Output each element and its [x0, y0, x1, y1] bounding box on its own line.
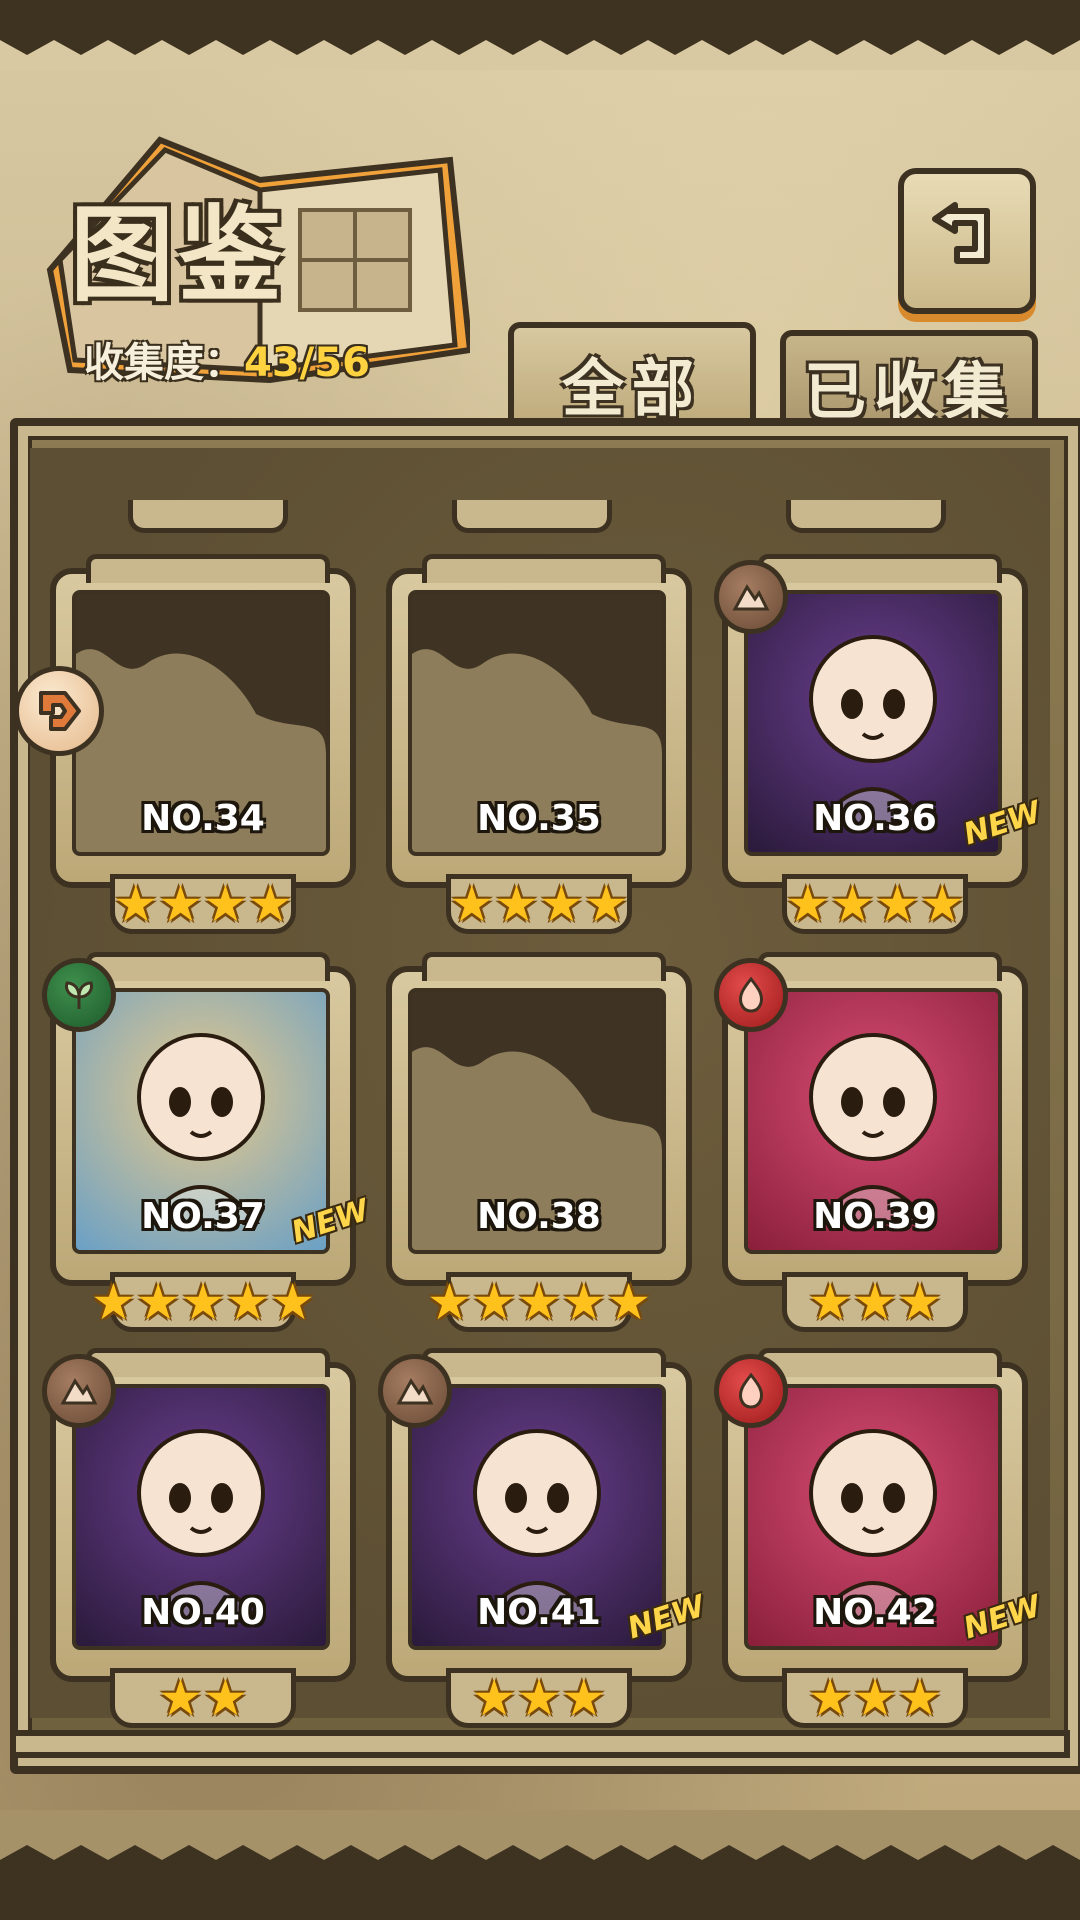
card-number: NO.38	[477, 1196, 601, 1237]
star-icon: ★	[270, 1273, 316, 1331]
star-icon: ★	[583, 875, 629, 933]
partial-card-top	[786, 500, 946, 533]
partial-card-top	[128, 500, 288, 533]
star-icon: ★	[919, 875, 965, 933]
star-icon: ★	[203, 1669, 248, 1727]
star-icon: ★	[203, 875, 248, 933]
star-icon: ★	[807, 1273, 853, 1331]
character-card[interactable]: NO.39 ★ ★ ★	[714, 952, 1028, 1332]
star-icon: ★	[830, 875, 875, 933]
collection-value: 43/56	[244, 340, 370, 386]
star-icon: ★	[852, 1669, 898, 1727]
earth-element-icon	[714, 560, 788, 634]
rarity-stars: ★ ★ ★	[782, 1668, 968, 1728]
fire-element-icon	[714, 1354, 788, 1428]
arrow-right-icon	[39, 691, 81, 731]
fire-element-icon	[714, 958, 788, 1032]
star-icon: ★	[471, 1273, 517, 1331]
card-number: NO.39	[813, 1196, 937, 1237]
partial-card-top	[452, 500, 612, 533]
star-icon: ★	[785, 875, 831, 933]
character-card[interactable]: NO.42 ★ ★ ★ NEW	[714, 1348, 1045, 1728]
rarity-stars: ★ ★ ★ ★ ★	[427, 1272, 651, 1332]
star-icon: ★	[247, 875, 293, 933]
star-icon: ★	[516, 1669, 562, 1727]
rarity-stars: ★ ★ ★ ★	[110, 874, 296, 934]
rarity-stars: ★ ★ ★	[446, 1668, 632, 1728]
bottom-border	[0, 1810, 1080, 1920]
character-card[interactable]: NO.40 ★ ★	[42, 1348, 356, 1728]
star-icon: ★	[471, 1669, 517, 1727]
star-icon: ★	[897, 1669, 943, 1727]
star-icon: ★	[426, 1273, 472, 1331]
star-icon: ★	[158, 875, 203, 933]
rarity-stars: ★ ★ ★	[782, 1272, 968, 1332]
character-card[interactable]: NO.37 ★ ★ ★ ★ ★ NEW	[42, 952, 373, 1332]
star-icon: ★	[897, 1273, 943, 1331]
card-number: NO.40	[141, 1592, 265, 1633]
star-icon: ★	[561, 1669, 607, 1727]
star-icon: ★	[449, 875, 495, 933]
card-number: NO.34	[141, 798, 265, 839]
collection-label: 收集度：	[84, 340, 244, 386]
star-icon: ★	[158, 1669, 203, 1727]
back-arrow-icon	[932, 202, 990, 264]
star-icon: ★	[90, 1273, 136, 1331]
side-toggle-button[interactable]	[14, 666, 104, 756]
rarity-stars: ★ ★ ★ ★	[782, 874, 968, 934]
earth-element-icon	[42, 1354, 116, 1428]
rarity-stars: ★ ★ ★ ★	[446, 874, 632, 934]
rarity-stars: ★ ★	[110, 1668, 296, 1728]
star-icon: ★	[113, 875, 159, 933]
character-card[interactable]: NO.41 ★ ★ ★ NEW	[378, 1348, 709, 1728]
page-title: 图鉴	[70, 193, 287, 316]
rarity-stars: ★ ★ ★ ★ ★	[91, 1272, 315, 1332]
star-icon: ★	[494, 875, 539, 933]
panel-bottom-bar	[10, 1730, 1070, 1758]
star-icon: ★	[606, 1273, 652, 1331]
star-icon: ★	[561, 1273, 607, 1331]
star-icon: ★	[875, 875, 920, 933]
leaf-element-icon	[42, 958, 116, 1032]
star-icon: ★	[539, 875, 584, 933]
character-card[interactable]: NO.36 ★ ★ ★ ★ NEW	[714, 554, 1045, 934]
character-card[interactable]: NO.38 ★ ★ ★ ★ ★	[386, 952, 692, 1332]
star-icon: ★	[852, 1273, 898, 1331]
back-button[interactable]	[898, 168, 1036, 314]
star-icon: ★	[516, 1273, 562, 1331]
collection-progress: 收集度：43/56	[84, 330, 370, 388]
top-border	[0, 0, 1080, 70]
star-icon: ★	[807, 1669, 853, 1727]
character-card[interactable]: NO.34 ★ ★ ★ ★	[50, 554, 356, 934]
star-icon: ★	[180, 1273, 226, 1331]
star-icon: ★	[135, 1273, 181, 1331]
star-icon: ★	[225, 1273, 271, 1331]
earth-element-icon	[378, 1354, 452, 1428]
character-card[interactable]: NO.35 ★ ★ ★ ★	[386, 554, 692, 934]
card-number: NO.35	[477, 798, 601, 839]
